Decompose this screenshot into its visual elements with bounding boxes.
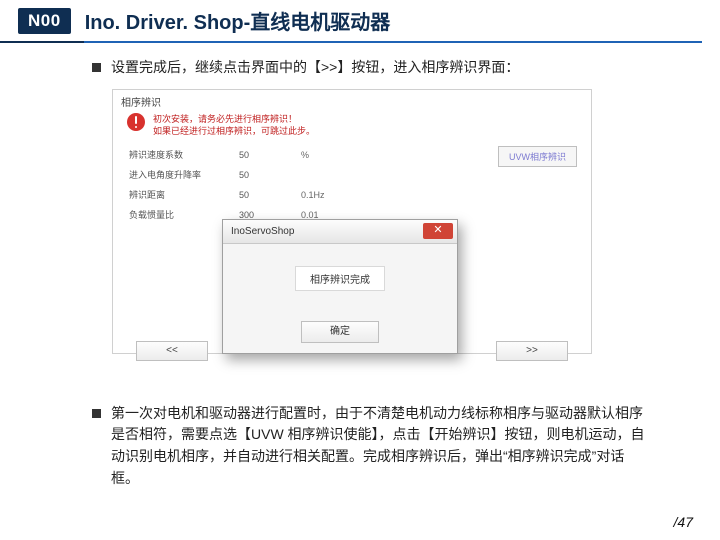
page-number-text: /47 (674, 514, 693, 530)
warning-text: 初次安装，请务必先进行相序辨识！ 如果已经进行过相序辨识，可跳过此步。 (153, 113, 315, 137)
param-value[interactable]: 50 (239, 150, 301, 160)
group-label: 相序辨识 (121, 94, 583, 109)
modal-dialog: InoServoShop ✕ 相序辨识完成 确定 (222, 219, 458, 354)
screenshot-area: 相序辨识 初次安装，请务必先进行相序辨识！ 如果已经进行过相序辨识，可跳过此步。… (112, 85, 602, 395)
param-unit: 0.1Hz (301, 190, 351, 200)
modal-body: 相序辨识完成 确定 (223, 244, 457, 353)
warning-icon (127, 113, 145, 131)
slide-content: 设置完成后，继续点击界面中的【>>】按钮，进入相序辨识界面： 相序辨识 初次安装… (0, 43, 720, 489)
slide-header: N00 Ino. Driver. Shop-直线电机驱动器 (0, 0, 720, 35)
prev-button[interactable]: << (136, 341, 208, 361)
modal-ok-button[interactable]: 确定 (301, 321, 379, 343)
close-icon[interactable]: ✕ (423, 223, 453, 239)
modal-message: 相序辨识完成 (295, 266, 385, 291)
warning-line-2: 如果已经进行过相序辨识，可跳过此步。 (153, 125, 315, 137)
modal-title-text: InoServoShop (231, 226, 294, 237)
param-label: 辨识距离 (129, 188, 239, 201)
next-button[interactable]: >> (496, 341, 568, 361)
param-value[interactable]: 50 (239, 190, 301, 200)
slide-page: N00 Ino. Driver. Shop-直线电机驱动器 设置完成后，继续点击… (0, 0, 720, 540)
warning-row: 初次安装，请务必先进行相序辨识！ 如果已经进行过相序辨识，可跳过此步。 (127, 113, 583, 137)
header-rule (18, 41, 702, 43)
param-unit: % (301, 150, 351, 160)
param-label: 进入电角度升降率 (129, 168, 239, 181)
slide-badge: N00 (18, 8, 71, 34)
slide-title: Ino. Driver. Shop-直线电机驱动器 (85, 6, 391, 35)
param-row: 进入电角度升降率 50 (129, 165, 583, 185)
param-value[interactable]: 50 (239, 170, 301, 180)
bullet-icon (92, 63, 101, 72)
param-label: 辨识速度系数 (129, 148, 239, 161)
bullet-bottom-text: 第一次对电机和驱动器进行配置时，由于不清楚电机动力线标称相序与驱动器默认相序是否… (111, 403, 650, 490)
bullet-top: 设置完成后，继续点击界面中的【>>】按钮，进入相序辨识界面： (92, 57, 650, 79)
modal-titlebar: InoServoShop ✕ (223, 220, 457, 244)
bullet-bottom: 第一次对电机和驱动器进行配置时，由于不清楚电机动力线标称相序与驱动器默认相序是否… (92, 403, 650, 490)
uvw-identify-button[interactable]: UVW相序辨识 (498, 146, 577, 167)
page-number: /47 (674, 514, 694, 530)
warning-line-1: 初次安装，请务必先进行相序辨识！ (153, 113, 315, 125)
bullet-icon (92, 409, 101, 418)
param-row: 辨识距离 50 0.1Hz (129, 185, 583, 205)
bullet-top-text: 设置完成后，继续点击界面中的【>>】按钮，进入相序辨识界面： (111, 57, 519, 79)
